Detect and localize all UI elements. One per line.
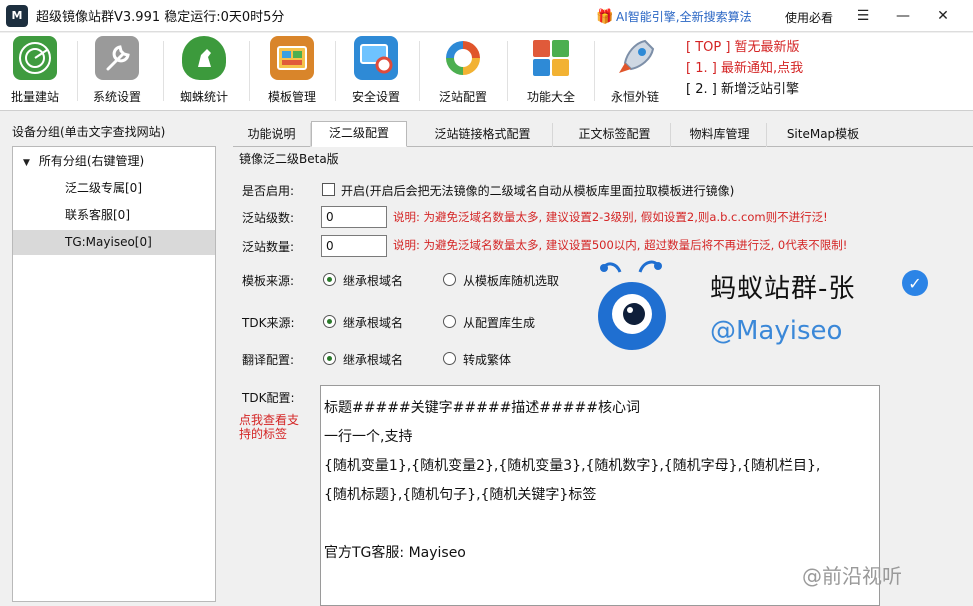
tree-item-tg-mayiseo[interactable]: TG:Mayiseo[0] [13, 230, 215, 255]
template-source-label: 模板来源: [242, 274, 295, 288]
enable-checkbox-text: 开启(开启后会把无法镜像的二级域名自动从模板库里面拉取模板进行镜像) [341, 184, 735, 198]
toolbar-template-manage[interactable]: 模板管理 [252, 36, 332, 108]
main-toolbar: 批量建站 系统设置 蜘蛛统计 模板管理 安全设置 泛站配置 功能大全 永恒外链 … [0, 33, 973, 111]
tab-material-library[interactable]: 物料库管理 [673, 123, 767, 147]
count-note: 说明: 为避免泛域名数量太多, 建议设置500以内, 超过数量后将不再进行泛, … [393, 238, 848, 252]
count-label: 泛站数量: [242, 240, 295, 254]
tab-feature-description[interactable]: 功能说明 [233, 123, 311, 147]
brand-handle: @Mayiseo [710, 316, 843, 346]
brand-watermark: 蚂蚁站群-张 ✓ @Mayiseo [596, 258, 956, 368]
radio-label: 继承根域名 [343, 274, 404, 288]
radio-label: 继承根域名 [343, 316, 404, 330]
toolbar-label: 永恒外链 [610, 90, 659, 104]
toolbar-batch-build[interactable]: 批量建站 [0, 36, 75, 108]
radio-label: 从配置库生成 [463, 316, 536, 330]
monitor-lifebuoy-icon [354, 36, 398, 80]
translate-traditional-radio[interactable] [443, 352, 456, 365]
toolbar-feature-list[interactable]: 功能大全 [511, 36, 591, 108]
gift-icon: 🎁 [596, 8, 614, 25]
toolbar-security-settings[interactable]: 安全设置 [336, 36, 416, 108]
verified-check-icon: ✓ [902, 270, 928, 296]
config-tabs: 功能说明 泛二级配置 泛站链接格式配置 正文标签配置 物料库管理 SiteMap… [233, 121, 973, 147]
template-box-icon [270, 36, 314, 80]
tdk-source-label: TDK来源: [242, 316, 295, 330]
close-button[interactable]: ✕ [932, 5, 954, 27]
template-source-random-radio[interactable] [443, 273, 456, 286]
tree-item-label: 所有分组(右键管理) [38, 154, 145, 168]
promo-text: AI智能引擎,全新搜索算法 [616, 10, 752, 24]
device-group-tree: ▼ 所有分组(右键管理) 泛二级专属[0] 联系客服[0] TG:Mayiseo… [12, 146, 216, 602]
toolbar-system-settings[interactable]: 系统设置 [77, 36, 157, 108]
toolbar-label: 模板管理 [267, 90, 316, 104]
notice-top[interactable]: [ TOP ] 暂无最新版 [686, 37, 803, 58]
toolbar-label: 泛站配置 [438, 90, 487, 104]
radio-label: 从模板库随机选取 [463, 274, 560, 288]
promo-link[interactable]: 🎁 AI智能引擎,全新搜索算法 [596, 8, 752, 25]
enable-label: 是否启用: [242, 184, 295, 198]
tree-item-label: TG:Mayiseo[0] [65, 235, 152, 249]
section-title: 镜像泛二级Beta版 [239, 152, 339, 166]
tdk-source-config-radio[interactable] [443, 315, 456, 328]
level-input[interactable]: 0 [321, 206, 387, 228]
count-input[interactable]: 0 [321, 235, 387, 257]
template-source-inherit-radio[interactable] [323, 273, 336, 286]
toolbar-label: 系统设置 [92, 90, 141, 104]
tree-item-label: 联系客服[0] [65, 208, 130, 222]
toolbar-spider-stats[interactable]: 蜘蛛统计 [164, 36, 244, 108]
tdk-config-textarea[interactable]: 标题#####关键字#####描述#####核心词 一行一个,支持 {随机变量1… [320, 385, 880, 606]
tdk-source-inherit-radio[interactable] [323, 315, 336, 328]
wrench-icon [95, 36, 139, 80]
tdk-help-link[interactable]: 点我查看支持的标签 [239, 413, 309, 441]
toolbar-pan-site-config[interactable]: 泛站配置 [423, 36, 503, 108]
rocket-icon [613, 36, 657, 80]
device-group-header: 设备分组(单击文字查找网站) [12, 125, 166, 139]
notice-list: [ TOP ] 暂无最新版 [ 1. ] 最新通知,点我 [ 2. ] 新增泛站… [686, 37, 803, 100]
app-title: 超级镜像站群V3.991 稳定运行:0天0时5分 [36, 10, 285, 25]
app-logo-icon: M [6, 4, 28, 27]
tab-body-tag-config[interactable]: 正文标签配置 [559, 123, 671, 147]
pan-subdomain-config-panel: 镜像泛二级Beta版 是否启用: 开启(开启后会把无法镜像的二级域名自动从模板库… [233, 147, 973, 606]
notice-new-engine[interactable]: [ 2. ] 新增泛站引擎 [686, 79, 803, 100]
title-bar: M 超级镜像站群V3.991 稳定运行:0天0时5分 🎁 AI智能引擎,全新搜索… [0, 0, 973, 32]
cycle-icon [441, 36, 485, 80]
minimize-button[interactable]: — [892, 5, 914, 27]
tab-sitemap-template[interactable]: SiteMap模板 [769, 123, 877, 147]
brand-name: 蚂蚁站群-张 [710, 274, 856, 304]
toolbar-eternal-links[interactable]: 永恒外链 [595, 36, 675, 108]
level-note: 说明: 为避免泛域名数量太多, 建议设置2-3级别, 假如设置2,则a.b.c.… [393, 210, 828, 224]
help-link[interactable]: 使用必看 [785, 9, 833, 26]
expand-arrow-icon[interactable]: ▼ [23, 151, 35, 176]
radio-label: 继承根域名 [343, 353, 404, 367]
tab-link-format-config[interactable]: 泛站链接格式配置 [413, 123, 553, 147]
toolbar-divider [507, 41, 508, 101]
tree-item-label: 泛二级专属[0] [65, 181, 142, 195]
notice-latest[interactable]: [ 1. ] 最新通知,点我 [686, 58, 803, 79]
toolbar-label: 批量建站 [10, 90, 59, 104]
windows-tiles-icon [529, 36, 573, 80]
toolbar-divider [419, 41, 420, 101]
translate-label: 翻译配置: [242, 353, 295, 367]
ant-mascot-icon [598, 260, 666, 350]
radio-label: 转成繁体 [463, 353, 512, 367]
toolbar-label: 蜘蛛统计 [179, 90, 228, 104]
footer-watermark: @前沿视听 [802, 564, 902, 588]
tab-pan-subdomain-config[interactable]: 泛二级配置 [311, 121, 407, 147]
hamburger-icon[interactable]: ☰ [852, 5, 874, 27]
tdk-config-label: TDK配置: [242, 391, 295, 405]
tree-item-contact-support[interactable]: 联系客服[0] [13, 203, 215, 228]
level-label: 泛站级数: [242, 211, 295, 225]
toolbar-divider [249, 41, 250, 101]
toolbar-label: 安全设置 [351, 90, 400, 104]
radar-icon [13, 36, 57, 80]
toolbar-label: 功能大全 [526, 90, 575, 104]
horse-shield-icon [182, 36, 226, 80]
enable-checkbox[interactable] [322, 183, 335, 196]
tree-item-all-groups[interactable]: ▼ 所有分组(右键管理) [13, 149, 215, 174]
tree-item-pan-subdomain[interactable]: 泛二级专属[0] [13, 176, 215, 201]
translate-inherit-radio[interactable] [323, 352, 336, 365]
